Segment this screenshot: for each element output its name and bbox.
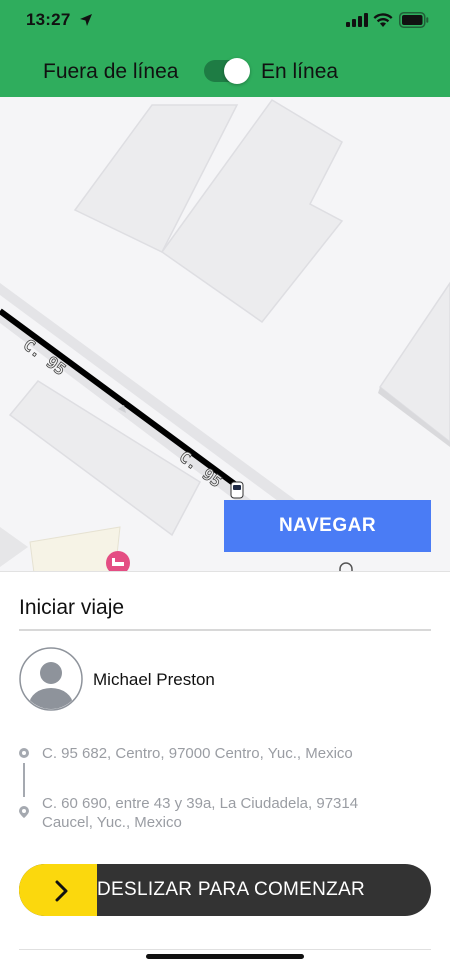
home-indicator[interactable] [146,954,304,959]
battery-icon [399,12,429,28]
offline-label: Fuera de línea [43,60,179,83]
online-status-row: Fuera de línea En línea [0,58,450,88]
slider-handle[interactable] [19,864,97,916]
dropoff-address-line1: C. 60 690, entre 43 y 39a, La Ciudadela,… [42,795,359,812]
signal-icon [346,13,368,27]
toggle-knob [224,58,250,84]
status-bar: 13:27 [0,0,450,40]
avatar-icon [19,647,83,711]
slide-to-start[interactable]: DESLIZAR PARA COMENZAR [19,864,431,916]
chevron-right-icon [55,880,68,902]
panel-title: Iniciar viaje [19,596,125,619]
pickup-address: C. 95 682, Centro, 97000 Centro, Yuc., M… [42,745,353,762]
title-divider [19,629,431,631]
online-label: En línea [261,60,339,83]
dropoff-address-line2: Caucel, Yuc., Mexico [42,814,182,831]
pickup-pin-icon [19,748,29,758]
passenger-name: Michael Preston [93,670,215,689]
route-connector [23,763,25,797]
wifi-icon [373,13,393,27]
bottom-divider [19,949,431,950]
car-icon [230,481,244,499]
dropoff-pin-icon [19,806,29,818]
status-time: 13:27 [26,10,71,29]
online-toggle[interactable] [204,58,250,84]
slider-label: DESLIZAR PARA COMENZAR [97,879,366,900]
trip-panel: Iniciar viaje Michael Preston C. 95 682,… [0,571,450,960]
header-bar: 13:27 Fuera de línea En línea [0,0,450,97]
location-arrow-icon [80,14,92,26]
navigate-button[interactable]: NAVEGAR [224,500,431,552]
dropoff-address: C. 60 690, entre 43 y 39a, La Ciudadela,… [42,794,358,832]
